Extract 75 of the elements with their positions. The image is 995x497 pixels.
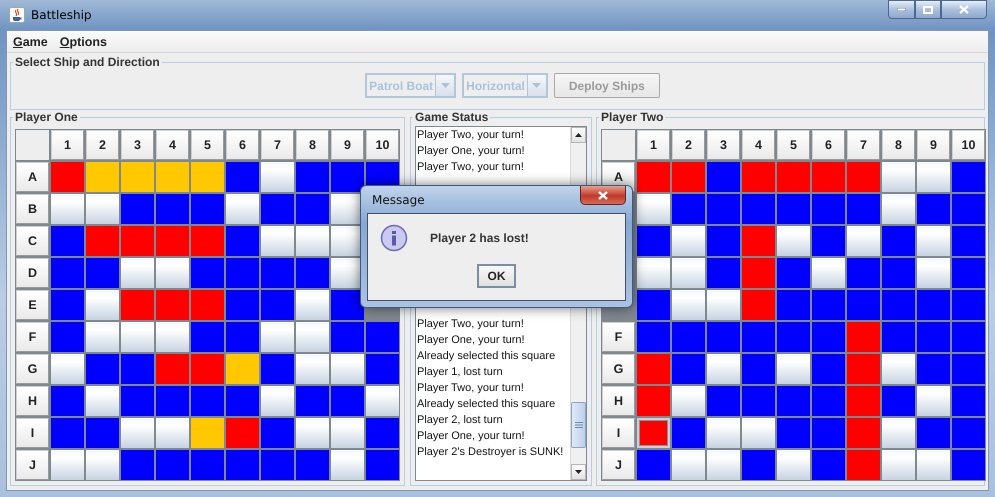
column-header: 6 (812, 130, 845, 160)
column-header: 7 (847, 130, 880, 160)
scroll-down-icon[interactable] (575, 470, 582, 474)
row-header: J (602, 450, 635, 480)
log-line: Player 2, lost turn (417, 413, 504, 428)
column-header: 1 (51, 130, 84, 160)
log-line: Player 2's Destroyer is SUNK! (417, 445, 564, 460)
panel-title: Player Two (600, 110, 664, 124)
column-header: 9 (917, 130, 950, 160)
column-header: 5 (777, 130, 810, 160)
column-header: 2 (86, 130, 119, 160)
log-line: Player One, your turn! (417, 144, 526, 159)
grip-icon[interactable] (574, 422, 582, 428)
close-button[interactable] (941, 0, 987, 19)
grid-square[interactable] (331, 290, 364, 320)
cup-icon (9, 7, 25, 23)
panel-title: Game Status (414, 110, 490, 124)
scroll-up-icon[interactable] (575, 133, 582, 137)
maximize-button[interactable] (915, 0, 941, 19)
menu-item[interactable]: Options (56, 32, 111, 50)
column-header: 9 (331, 130, 364, 160)
column-header: 7 (261, 130, 294, 160)
column-header: 4 (156, 130, 189, 160)
column-header: 3 (121, 130, 154, 160)
column-header: 6 (226, 130, 259, 160)
minimize-button[interactable] (888, 0, 915, 19)
row-header: F (602, 322, 635, 352)
log-line: Already selected this square (417, 349, 556, 364)
row-header: F (16, 322, 49, 352)
log-line: Player One, your turn! (417, 333, 526, 348)
log-line: Player 1, lost turn (417, 365, 504, 380)
row-header: H (16, 386, 49, 416)
corner-header (16, 130, 49, 160)
row-header: J (16, 450, 49, 480)
row-header: A (16, 162, 49, 192)
dialog-message: Player 2 has lost! (430, 231, 529, 245)
log-line: Player Two, your turn! (417, 381, 525, 396)
info-icon (380, 224, 408, 252)
dropdown-arrow-icon (532, 83, 542, 88)
menu-item[interactable]: Game (9, 32, 52, 50)
close-icon (959, 5, 969, 14)
column-header: 8 (296, 130, 329, 160)
log-line: Already selected this square (417, 397, 556, 412)
row-header: H (602, 386, 635, 416)
window-title: Battleship (31, 8, 92, 22)
row-header: D (16, 258, 49, 288)
row-header: E (16, 290, 49, 320)
column-header: 10 (366, 130, 399, 160)
row-header: B (16, 194, 49, 224)
dialog-title: Message (371, 192, 425, 206)
log-line: Player Two, your turn! (417, 317, 525, 332)
row-header: C (16, 226, 49, 256)
column-header: 3 (707, 130, 740, 160)
dropdown-arrow-icon (440, 83, 450, 88)
row-header: G (16, 354, 49, 384)
close-button[interactable] (580, 186, 626, 205)
close-icon (597, 190, 609, 200)
row-header: I (602, 418, 635, 448)
column-header: 8 (882, 130, 915, 160)
column-header: 1 (637, 130, 670, 160)
column-header: 4 (742, 130, 775, 160)
row-header: G (602, 354, 635, 384)
panel-title: Player One (14, 110, 79, 124)
corner-header (602, 130, 635, 160)
log-line: Player Two, your turn! (417, 128, 525, 143)
log-line: Player One, your turn! (417, 429, 526, 444)
minimize-icon (897, 8, 906, 11)
column-header: 2 (672, 130, 705, 160)
maximize-icon (923, 6, 933, 14)
panel-title: Select Ship and Direction (14, 55, 161, 69)
column-header: 5 (191, 130, 224, 160)
ok-button[interactable]: OK (477, 264, 516, 288)
column-header: 10 (952, 130, 985, 160)
log-line: Player Two, your turn! (417, 160, 525, 175)
row-header: I (16, 418, 49, 448)
